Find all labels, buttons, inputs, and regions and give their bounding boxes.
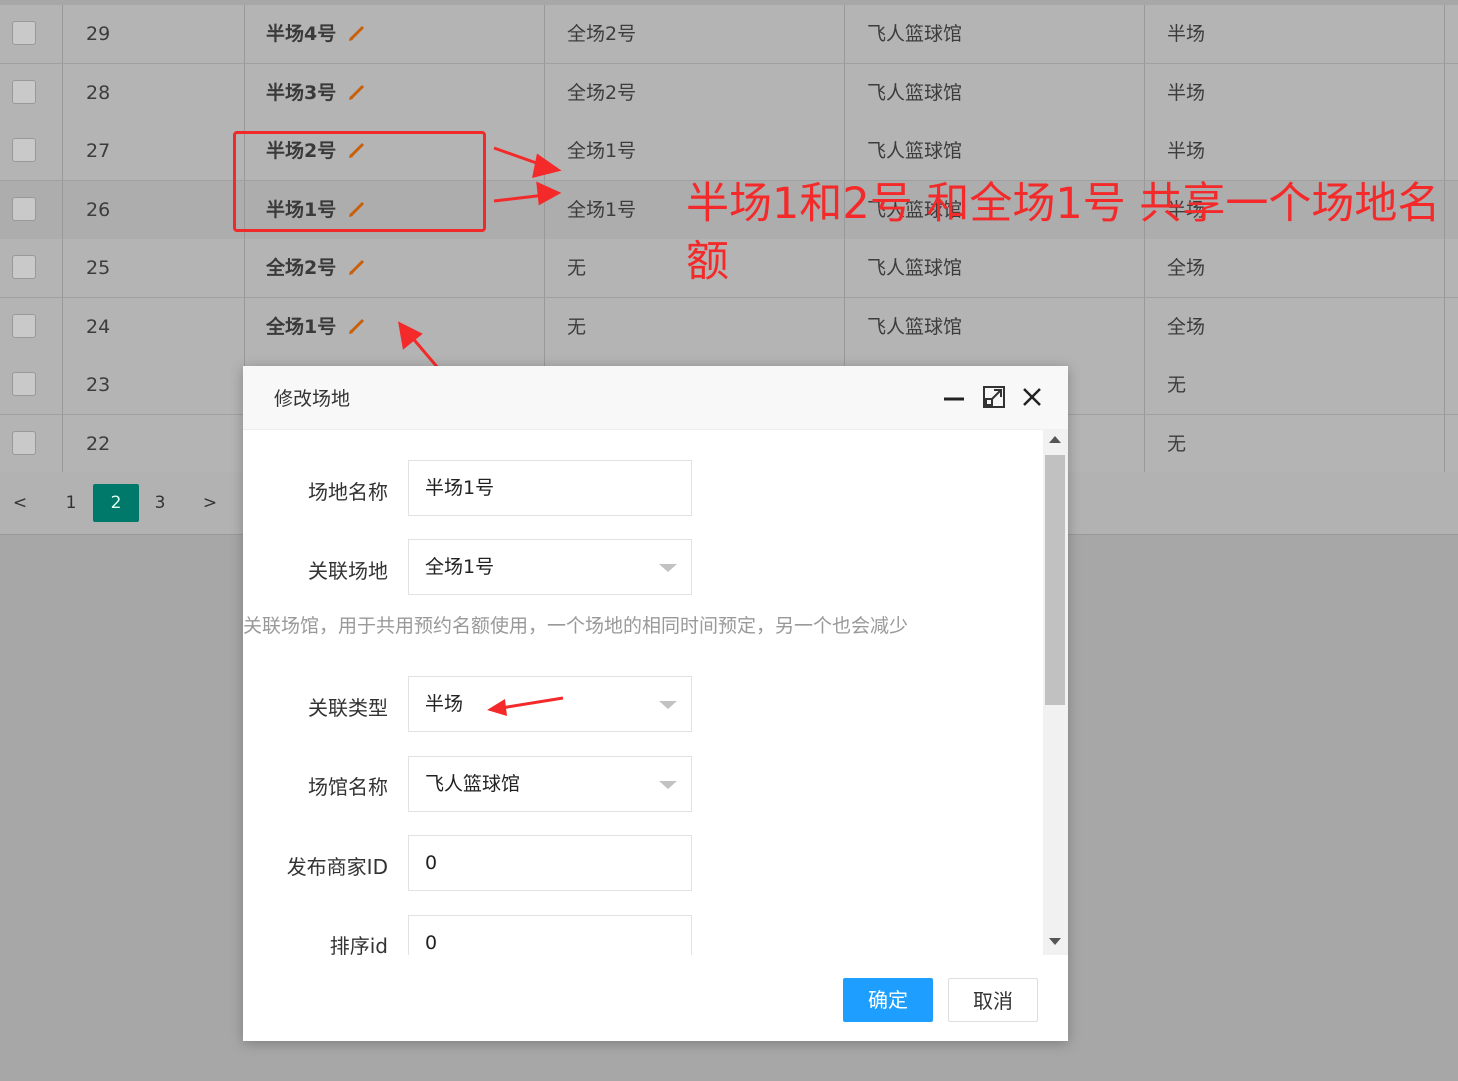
cell-type: 半场 bbox=[1167, 140, 1206, 162]
pencil-edit-icon[interactable] bbox=[348, 83, 366, 101]
cell-type: 半场 bbox=[1167, 23, 1206, 45]
venue-name-text: 全场1号 bbox=[266, 316, 337, 338]
column-divider bbox=[62, 122, 63, 180]
prev-page-button[interactable]: < bbox=[8, 484, 32, 522]
pencil-edit-icon[interactable] bbox=[348, 317, 366, 335]
annotation-highlight-box bbox=[233, 131, 486, 232]
column-divider bbox=[1444, 122, 1445, 180]
cancel-button[interactable]: 取消 bbox=[948, 978, 1038, 1022]
scroll-up-icon[interactable] bbox=[1049, 436, 1061, 443]
cell-related-venue: 全场1号 bbox=[567, 140, 637, 162]
cell-venue-name: 全场1号 bbox=[266, 298, 366, 356]
column-divider bbox=[544, 64, 545, 122]
column-divider bbox=[1144, 356, 1145, 414]
dialog-scroll-thumb[interactable] bbox=[1045, 455, 1065, 705]
cell-id: 23 bbox=[86, 374, 111, 396]
page-2-button[interactable]: 2 bbox=[93, 484, 139, 522]
row-checkbox[interactable] bbox=[12, 314, 36, 338]
cell-stadium: 飞人篮球馆 bbox=[867, 82, 963, 104]
cell-venue-name: 半场3号 bbox=[266, 64, 366, 122]
venue-name-text: 半场4号 bbox=[266, 23, 337, 45]
column-divider bbox=[62, 415, 63, 473]
scroll-down-icon[interactable] bbox=[1049, 938, 1061, 945]
column-divider bbox=[244, 5, 245, 63]
column-divider bbox=[1444, 415, 1445, 473]
column-divider bbox=[62, 5, 63, 63]
column-divider bbox=[1444, 64, 1445, 122]
cell-venue-name: 全场2号 bbox=[266, 239, 366, 297]
row-checkbox[interactable] bbox=[12, 431, 36, 455]
column-divider bbox=[244, 239, 245, 297]
cell-id: 22 bbox=[86, 433, 111, 455]
column-divider bbox=[62, 64, 63, 122]
column-divider bbox=[1444, 5, 1445, 63]
cell-related-venue: 无 bbox=[567, 257, 587, 279]
column-divider bbox=[544, 239, 545, 297]
pencil-edit-icon[interactable] bbox=[348, 24, 366, 42]
row-checkbox[interactable] bbox=[12, 197, 36, 221]
cell-related-venue: 全场1号 bbox=[567, 199, 637, 221]
edit-venue-dialog: 修改场地 场地名称 半场1号 关联场地 全场1号 关联场馆，用于共用预约名额使用… bbox=[243, 366, 1068, 1041]
column-divider bbox=[244, 298, 245, 356]
column-divider bbox=[844, 5, 845, 63]
table-row: 28 半场3号 全场2号 飞人篮球馆 半场 bbox=[0, 64, 1458, 123]
table-row: 27 半场2号 全场1号 飞人篮球馆 半场 bbox=[0, 122, 1458, 181]
column-divider bbox=[1144, 64, 1145, 122]
page-1-button[interactable]: 1 bbox=[56, 484, 86, 522]
column-divider bbox=[62, 356, 63, 414]
row-checkbox[interactable] bbox=[12, 80, 36, 104]
confirm-button[interactable]: 确定 bbox=[843, 978, 933, 1022]
column-divider bbox=[844, 122, 845, 180]
column-divider bbox=[1444, 356, 1445, 414]
cell-related-venue: 全场2号 bbox=[567, 82, 637, 104]
cell-id: 26 bbox=[86, 199, 111, 221]
column-divider bbox=[1144, 298, 1145, 356]
column-divider bbox=[1444, 298, 1445, 356]
venue-name-text: 全场2号 bbox=[266, 257, 337, 279]
column-divider bbox=[62, 239, 63, 297]
cell-id: 27 bbox=[86, 140, 111, 162]
row-checkbox[interactable] bbox=[12, 138, 36, 162]
annotation-arrow-type bbox=[487, 696, 564, 716]
cell-stadium: 飞人篮球馆 bbox=[867, 23, 963, 45]
row-checkbox[interactable] bbox=[12, 21, 36, 45]
cell-stadium: 飞人篮球馆 bbox=[867, 140, 963, 162]
column-divider bbox=[244, 64, 245, 122]
column-divider bbox=[1144, 415, 1145, 473]
row-checkbox[interactable] bbox=[12, 255, 36, 279]
column-divider bbox=[544, 5, 545, 63]
cell-venue-name: 半场4号 bbox=[266, 5, 366, 63]
cell-type: 无 bbox=[1167, 433, 1187, 455]
cell-type: 全场 bbox=[1167, 316, 1206, 338]
cell-related-venue: 无 bbox=[567, 316, 587, 338]
column-divider bbox=[844, 298, 845, 356]
venue-name-text: 半场3号 bbox=[266, 82, 337, 104]
column-divider bbox=[1144, 122, 1145, 180]
table-row: 29 半场4号 全场2号 飞人篮球馆 半场 bbox=[0, 5, 1458, 64]
column-divider bbox=[544, 181, 545, 239]
annotation-text: 半场1和2号 和全场1号 共享一个场地名额 bbox=[686, 179, 1441, 287]
row-checkbox[interactable] bbox=[12, 372, 36, 396]
column-divider bbox=[844, 64, 845, 122]
pencil-edit-icon[interactable] bbox=[348, 258, 366, 276]
cell-stadium: 飞人篮球馆 bbox=[867, 316, 963, 338]
cell-type: 半场 bbox=[1167, 82, 1206, 104]
column-divider bbox=[544, 122, 545, 180]
column-divider bbox=[544, 298, 545, 356]
cell-id: 24 bbox=[86, 316, 111, 338]
cell-type: 无 bbox=[1167, 374, 1187, 396]
column-divider bbox=[62, 181, 63, 239]
next-page-button[interactable]: > bbox=[198, 484, 222, 522]
table-row: 24 全场1号 无 飞人篮球馆 全场 bbox=[0, 298, 1458, 357]
column-divider bbox=[62, 298, 63, 356]
cell-id: 29 bbox=[86, 23, 111, 45]
cell-id: 28 bbox=[86, 82, 111, 104]
column-divider bbox=[1144, 5, 1145, 63]
page-3-button[interactable]: 3 bbox=[145, 484, 175, 522]
cell-id: 25 bbox=[86, 257, 111, 279]
cell-related-venue: 全场2号 bbox=[567, 23, 637, 45]
